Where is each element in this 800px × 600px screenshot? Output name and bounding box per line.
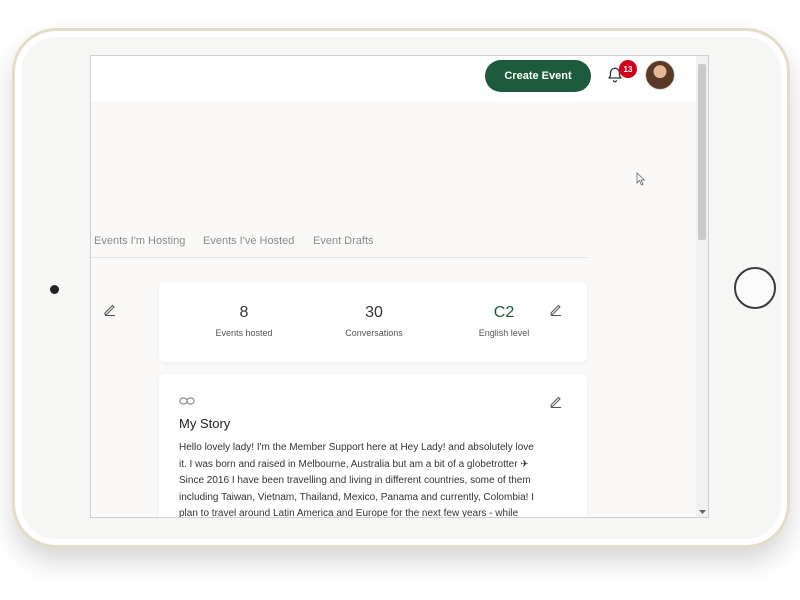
- profile-content: Events I'm Hosting Events I've Hosted Ev…: [91, 102, 696, 518]
- create-event-button[interactable]: Create Event: [485, 60, 591, 92]
- cursor-icon: [636, 172, 646, 186]
- tablet-home-button[interactable]: [734, 267, 776, 309]
- story-text: Hello lovely lady! I'm the Member Suppor…: [179, 442, 535, 518]
- notification-badge: 13: [619, 60, 637, 78]
- scene: Create Event 13 Events I'm Hosting Event…: [0, 0, 800, 600]
- stat-english-level: C2 English level: [454, 304, 554, 338]
- stat-label: Events hosted: [215, 328, 273, 338]
- event-tabs: Events I'm Hosting Events I've Hosted Ev…: [91, 230, 587, 258]
- chevron-down-icon[interactable]: [699, 509, 706, 515]
- link-icon[interactable]: [179, 396, 195, 406]
- stat-label: English level: [478, 328, 530, 338]
- story-title: My Story: [179, 416, 231, 431]
- stat-label: Conversations: [345, 328, 403, 338]
- stat-conversations: 30 Conversations: [324, 304, 424, 338]
- tab-event-drafts[interactable]: Event Drafts: [313, 235, 374, 247]
- top-bar: Create Event 13: [91, 56, 696, 102]
- stat-events-hosted: 8 Events hosted: [194, 304, 294, 338]
- pencil-icon[interactable]: [549, 302, 563, 316]
- tab-events-hosted[interactable]: Events I've Hosted: [203, 235, 294, 247]
- stat-value: 30: [365, 304, 383, 321]
- stat-value: C2: [493, 304, 515, 321]
- stat-value: 8: [239, 304, 249, 321]
- stats-card: 8 Events hosted 30 Conversations C2 Engl…: [159, 282, 587, 362]
- scrollbar-thumb[interactable]: [698, 64, 706, 240]
- pencil-icon[interactable]: [549, 394, 563, 408]
- avatar[interactable]: [645, 60, 675, 90]
- app-screen: Create Event 13 Events I'm Hosting Event…: [90, 55, 709, 518]
- my-story-card: My Story Hello lovely lady! I'm the Memb…: [159, 374, 587, 518]
- pencil-icon[interactable]: [103, 302, 117, 316]
- tablet-camera: [50, 285, 59, 294]
- tab-events-hosting[interactable]: Events I'm Hosting: [94, 235, 185, 247]
